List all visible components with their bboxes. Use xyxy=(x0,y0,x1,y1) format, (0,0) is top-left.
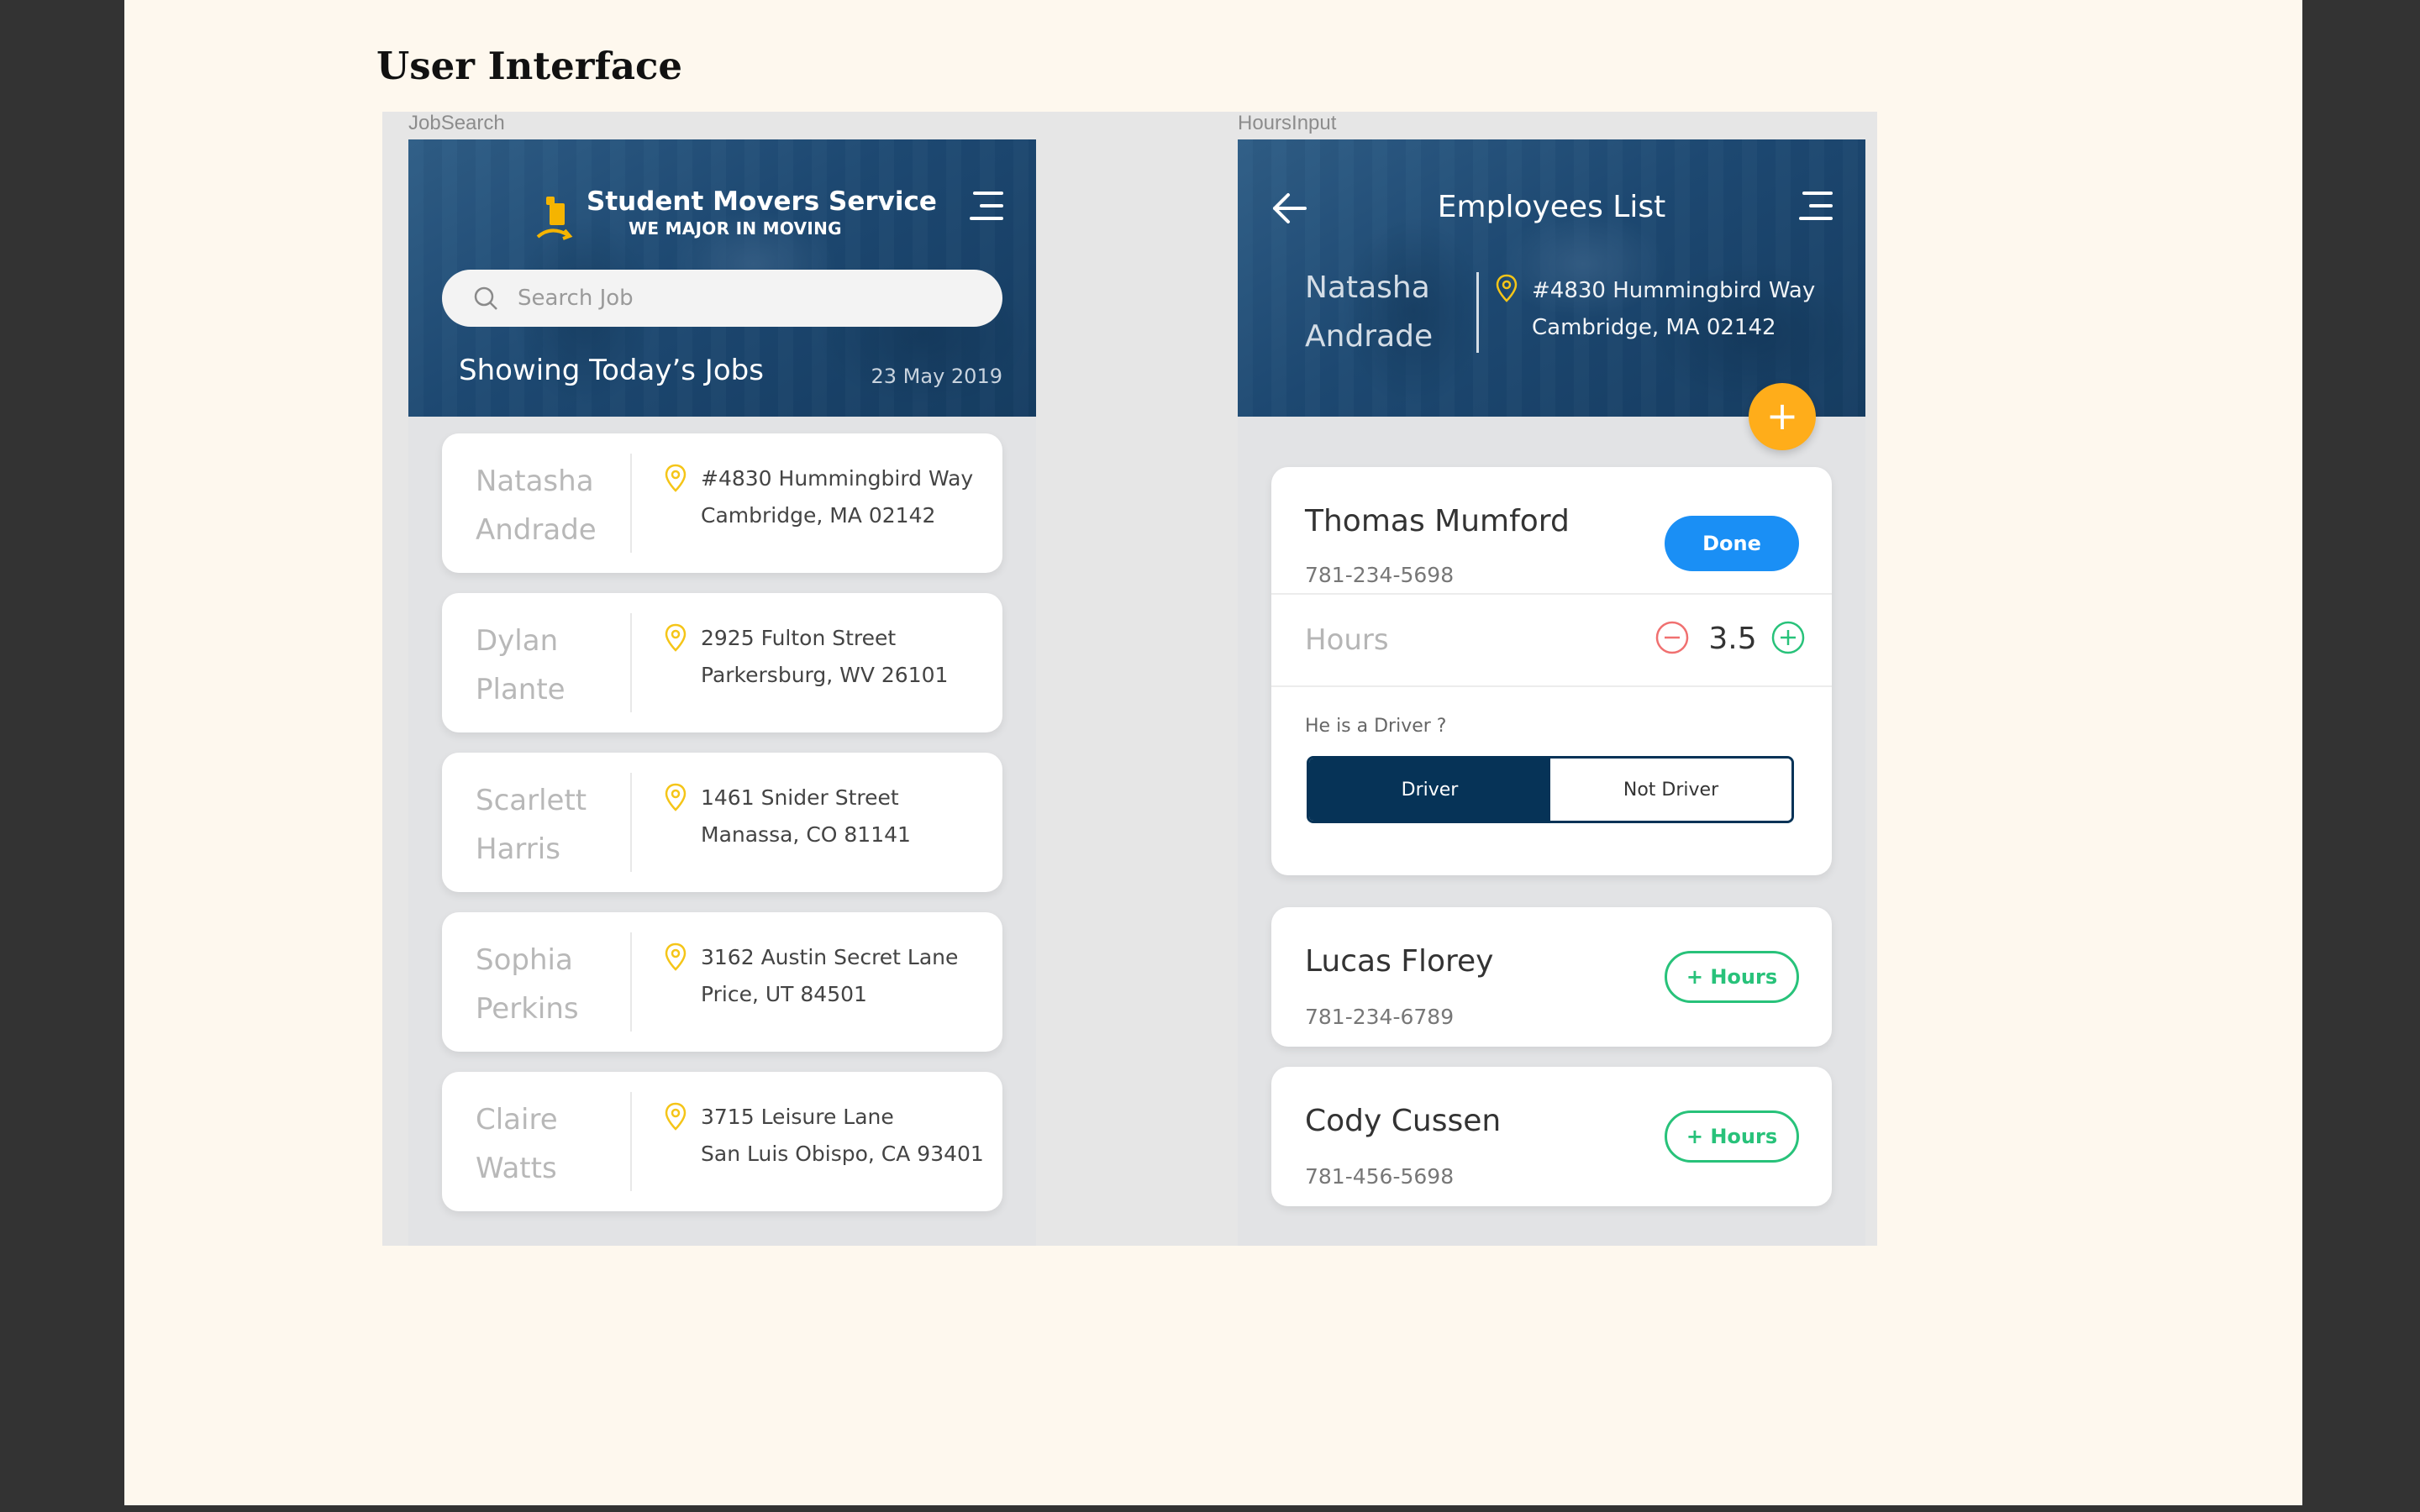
divider xyxy=(630,454,632,553)
job-search-screen: Student Movers Service WE MAJOR IN MOVIN… xyxy=(408,139,1036,1246)
job-card[interactable]: Claire Watts 3715 Leisure Lane San Luis Ob… xyxy=(442,1072,1002,1211)
showing-jobs-heading: Showing Today’s Jobs xyxy=(459,354,764,387)
location-pin-icon xyxy=(665,1102,687,1131)
location-pin-icon xyxy=(665,464,687,492)
job-client-name: Claire Watts xyxy=(476,1103,558,1185)
menu-icon[interactable] xyxy=(966,188,1003,225)
employee-phone: 781-456-5698 xyxy=(1305,1164,1455,1189)
location-pin-icon xyxy=(1496,274,1518,302)
add-hours-button[interactable]: + Hours xyxy=(1665,951,1799,1003)
job-client-name: Scarlett Harris xyxy=(476,784,587,866)
driver-question: He is a Driver ? xyxy=(1305,716,1447,737)
employee-card: Cody Cussen 781-456-5698 + Hours xyxy=(1271,1067,1832,1206)
job-client-name: Dylan Plante xyxy=(476,624,566,706)
screen-title: Employees List xyxy=(1437,190,1666,224)
page-title: User Interface xyxy=(376,44,683,88)
menu-icon[interactable] xyxy=(1796,188,1833,225)
job-address: 3162 Austin Secret Lane Price, UT 84501 xyxy=(701,945,959,1006)
job-card[interactable]: Dylan Plante 2925 Fulton Street Parkersbur… xyxy=(442,593,1002,732)
job-address: #4830 Hummingbird Way Cambridge, MA 02142 xyxy=(701,466,974,528)
search-bar xyxy=(442,270,1002,327)
client-name: Natasha Andrade xyxy=(1305,270,1434,354)
job-card[interactable]: Scarlett Harris 1461 Snider Street Manassa… xyxy=(442,753,1002,892)
job-address: 1461 Snider Street Manassa, CO 81141 xyxy=(701,785,911,847)
divider xyxy=(630,932,632,1032)
client-address: #4830 Hummingbird Way Cambridge, MA 02142 xyxy=(1532,278,1816,340)
employee-phone: 781-234-6789 xyxy=(1305,1005,1455,1029)
header-banner: Employees List Natasha Andrade #4830 Humm… xyxy=(1238,139,1865,417)
hours-label: Hours xyxy=(1305,623,1389,657)
header-banner: Student Movers Service WE MAJOR IN MOVIN… xyxy=(408,139,1036,417)
hours-input-screen: Employees List Natasha Andrade #4830 Humm… xyxy=(1238,139,1865,1246)
search-input[interactable] xyxy=(518,278,971,318)
jobs-date: 23 May 2019 xyxy=(871,365,1003,388)
driver-toggle: Driver Not Driver xyxy=(1307,756,1794,823)
mover-logo-icon xyxy=(536,197,573,240)
job-client-name: Natasha Andrade xyxy=(476,465,597,547)
driver-option[interactable]: Driver xyxy=(1309,759,1550,821)
employee-phone: 781-234-5698 xyxy=(1305,563,1455,587)
plus-circle-icon[interactable] xyxy=(1770,620,1806,655)
minus-circle-icon[interactable] xyxy=(1655,620,1690,655)
divider xyxy=(1271,593,1832,595)
job-address: 2925 Fulton Street Parkersburg, WV 26101 xyxy=(701,626,949,687)
divider xyxy=(1476,272,1479,353)
add-hours-button[interactable]: + Hours xyxy=(1665,1110,1799,1163)
add-employee-button[interactable]: + xyxy=(1749,383,1816,450)
employee-card: Lucas Florey 781-234-6789 + Hours xyxy=(1271,907,1832,1047)
job-address: 3715 Leisure Lane San Luis Obispo, CA 934… xyxy=(701,1105,984,1166)
frame-label-jobsearch: JobSearch xyxy=(408,112,505,134)
brand-tagline: WE MAJOR IN MOVING xyxy=(629,218,842,239)
hours-value: 3.5 xyxy=(1708,622,1757,656)
employee-name: Thomas Mumford xyxy=(1305,504,1570,538)
divider xyxy=(630,773,632,872)
job-client-name: Sophia Perkins xyxy=(476,943,579,1026)
divider xyxy=(1271,685,1832,687)
search-icon xyxy=(474,286,497,310)
not-driver-option[interactable]: Not Driver xyxy=(1550,759,1791,821)
employee-name: Cody Cussen xyxy=(1305,1104,1502,1138)
job-card[interactable]: Sophia Perkins 3162 Austin Secret Lane Pri… xyxy=(442,912,1002,1052)
done-button[interactable]: Done xyxy=(1665,516,1799,571)
location-pin-icon xyxy=(665,623,687,652)
divider xyxy=(630,1092,632,1191)
location-pin-icon xyxy=(665,783,687,811)
brand-logo: Student Movers Service WE MAJOR IN MOVIN… xyxy=(534,183,937,250)
location-pin-icon xyxy=(665,942,687,971)
divider xyxy=(630,613,632,712)
employee-name: Lucas Florey xyxy=(1305,944,1494,979)
job-card[interactable]: Natasha Andrade #4830 Hummingbird Way Camb… xyxy=(442,433,1002,573)
frame-label-hoursinput: HoursInput xyxy=(1238,112,1337,134)
employee-card-active: Thomas Mumford 781-234-5698 Done Hours 3… xyxy=(1271,467,1832,875)
brand-name: Student Movers Service xyxy=(587,186,937,217)
